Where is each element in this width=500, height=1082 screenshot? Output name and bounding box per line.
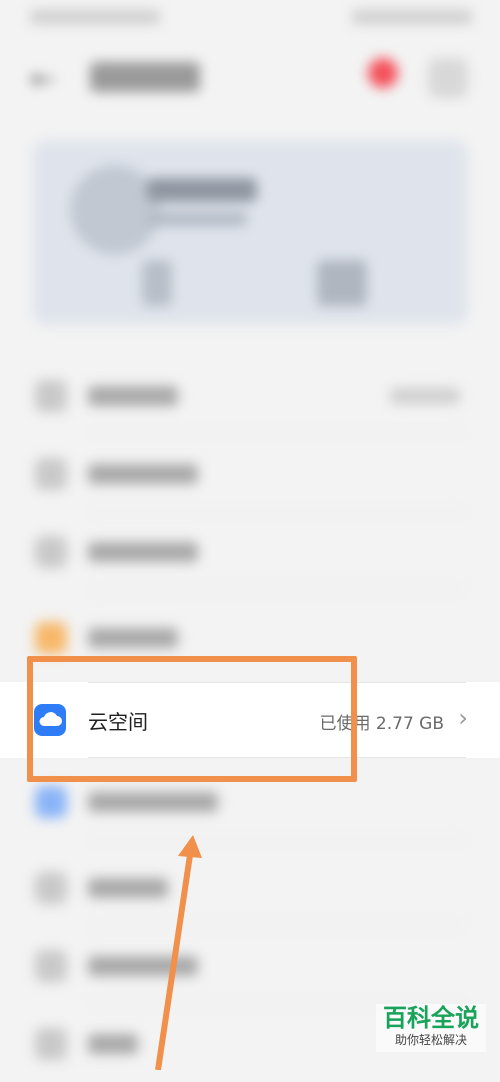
list-item[interactable] [0,850,500,926]
list-item-label [88,878,168,898]
app-bar: ← [0,40,500,120]
chevron-right-icon: › [458,704,468,732]
list-item-icon [35,458,67,490]
menu-icon[interactable] [428,58,468,98]
account-stat-right[interactable] [317,260,367,306]
list-item[interactable] [0,436,500,512]
list-item-label [88,542,198,562]
list-item-icon [35,380,67,412]
back-arrow-icon[interactable]: ← [30,62,55,97]
list-item-icon [35,872,67,904]
account-name [147,178,257,202]
list-item-value [390,388,460,404]
watermark-subtitle: 助你轻松解决 [394,1033,467,1047]
status-left [30,10,160,24]
list-item[interactable] [0,358,500,434]
list-item[interactable] [0,928,500,1004]
list-item-icon [35,1028,67,1060]
list-item-icon [35,536,67,568]
avatar[interactable] [70,165,160,255]
list-item-label [88,464,198,484]
list-item-icon [35,786,67,818]
account-card[interactable] [32,140,468,325]
list-item-label [88,386,178,406]
status-right [352,10,472,24]
list-item-label [88,628,178,648]
page-title [90,62,200,92]
watermark-title: 百科全说 [383,1004,479,1032]
account-subtitle [147,212,247,226]
highlight-box [27,656,357,782]
list-item-icon [35,950,67,982]
notification-dot[interactable] [368,58,398,88]
list-item-label [88,792,218,812]
watermark: 百科全说 助你轻松解决 [376,1004,486,1052]
account-stat-left[interactable] [142,260,172,306]
list-item[interactable] [0,514,500,590]
list-item-icon [35,622,67,654]
list-item-label [88,1034,138,1054]
list-item-label [88,956,198,976]
status-bar [0,0,500,38]
